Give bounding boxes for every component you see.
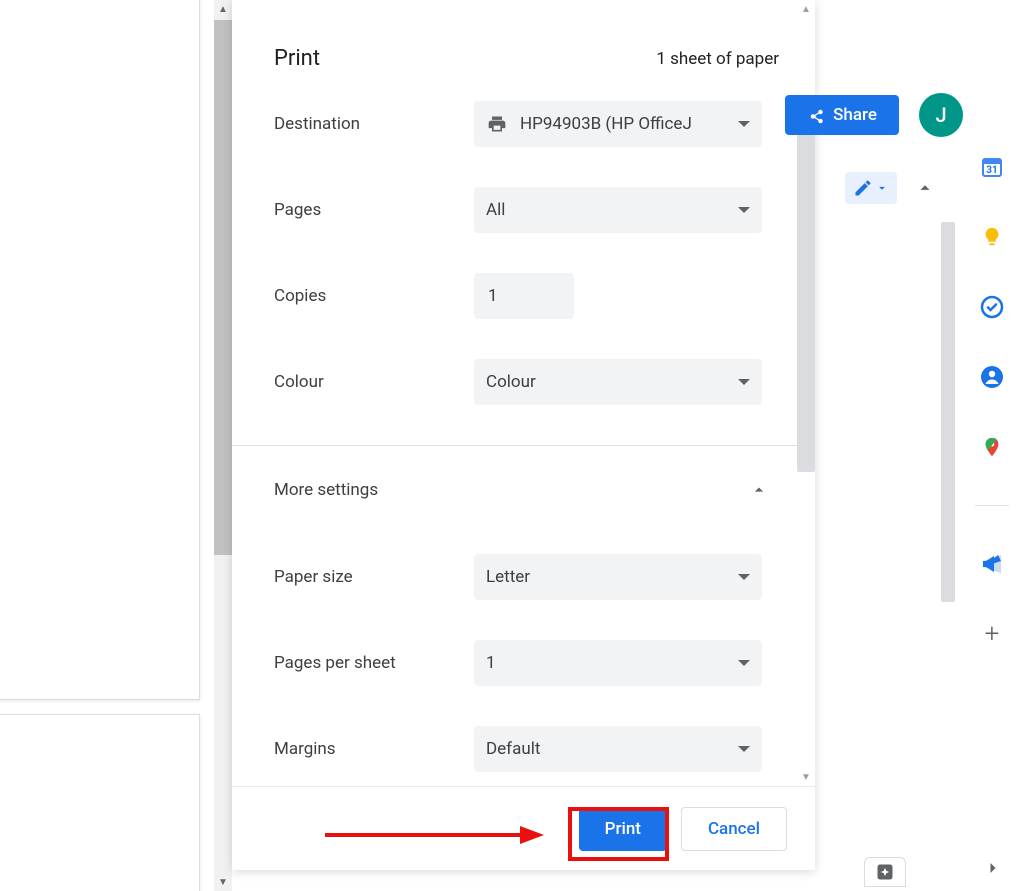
pencil-icon — [853, 178, 873, 198]
paper-size-value: Letter — [486, 567, 730, 587]
maps-icon[interactable] — [980, 435, 1004, 459]
svg-text:31: 31 — [986, 165, 997, 176]
preview-page-1 — [0, 0, 200, 700]
print-preview-pane — [0, 0, 210, 891]
sidepanel-divider — [975, 505, 1009, 506]
chevron-up-icon — [749, 480, 769, 500]
cancel-button[interactable]: Cancel — [681, 807, 787, 851]
colour-select[interactable]: Colour — [474, 359, 762, 405]
contacts-icon[interactable] — [980, 365, 1004, 389]
colour-value: Colour — [486, 372, 730, 392]
printer-icon — [486, 114, 508, 134]
keep-icon[interactable] — [980, 225, 1004, 249]
share-button[interactable]: Share — [785, 95, 899, 135]
print-dialog-title: Print — [274, 46, 320, 71]
paper-size-label: Paper size — [274, 567, 474, 587]
share-icon — [807, 106, 825, 124]
account-avatar[interactable]: J — [919, 93, 963, 137]
margins-label: Margins — [274, 739, 474, 759]
document-scrollbar[interactable] — [941, 222, 955, 622]
document-scrollbar-thumb[interactable] — [941, 222, 955, 602]
scroll-up-arrow-icon[interactable]: ▲ — [214, 0, 232, 18]
share-label: Share — [833, 105, 877, 125]
collapse-toolbar-button[interactable] — [907, 170, 943, 206]
pages-per-sheet-select[interactable]: 1 — [474, 640, 762, 686]
chevron-right-icon — [983, 858, 1003, 878]
chevron-up-icon — [914, 177, 936, 199]
preview-scrollbar-thumb[interactable] — [214, 20, 232, 555]
margins-value: Default — [486, 739, 730, 759]
campaigns-icon[interactable] — [980, 552, 1004, 576]
destination-select[interactable]: HP94903B (HP OfficeJ — [474, 101, 762, 147]
paper-size-select[interactable]: Letter — [474, 554, 762, 600]
preview-page-2 — [0, 714, 200, 891]
explore-icon — [875, 862, 895, 882]
editing-mode-button[interactable] — [845, 172, 897, 204]
destination-label: Destination — [274, 114, 474, 134]
chevron-down-icon — [875, 181, 889, 195]
scroll-down-arrow-icon[interactable]: ▼ — [214, 873, 232, 891]
calendar-icon[interactable]: 31 — [980, 155, 1004, 179]
more-settings-toggle[interactable]: More settings — [272, 446, 775, 534]
copies-input[interactable] — [474, 273, 574, 319]
sheet-count-info: 1 sheet of paper — [656, 49, 779, 69]
side-panel-toggle[interactable] — [963, 845, 1023, 891]
dialog-scrollbar-thumb[interactable] — [797, 112, 815, 472]
scroll-up-arrow-icon[interactable]: ▲ — [797, 0, 815, 18]
pages-per-sheet-label: Pages per sheet — [274, 653, 474, 673]
scroll-down-arrow-icon[interactable]: ▼ — [797, 768, 815, 786]
preview-scrollbar[interactable]: ▲ ▼ — [214, 0, 232, 891]
add-addon-icon[interactable]: + — [980, 622, 1004, 646]
copies-label: Copies — [274, 286, 474, 306]
pages-value: All — [486, 200, 730, 220]
print-button[interactable]: Print — [579, 807, 667, 851]
more-settings-label: More settings — [274, 480, 378, 500]
pages-select[interactable]: All — [474, 187, 762, 233]
pages-label: Pages — [274, 200, 474, 220]
print-dialog: Print 1 sheet of paper Destination HP949… — [232, 0, 815, 870]
pages-per-sheet-value: 1 — [486, 653, 730, 673]
destination-value: HP94903B (HP OfficeJ — [520, 114, 730, 134]
explore-button[interactable] — [864, 857, 906, 887]
margins-select[interactable]: Default — [474, 726, 762, 772]
colour-label: Colour — [274, 372, 474, 392]
tasks-icon[interactable] — [980, 295, 1004, 319]
